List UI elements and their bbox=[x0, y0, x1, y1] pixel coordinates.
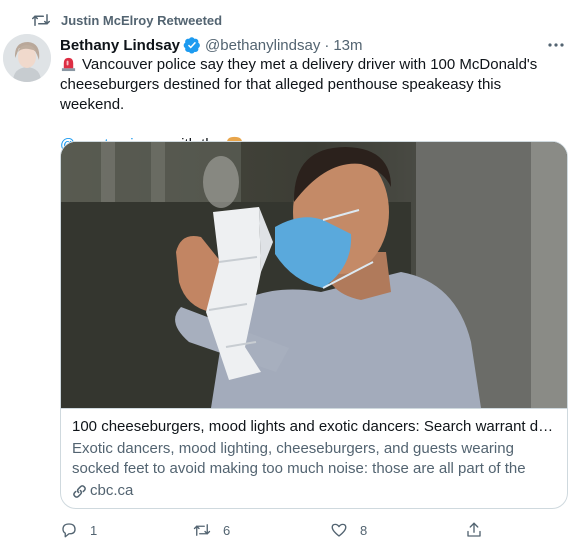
link-icon bbox=[72, 484, 87, 499]
reply-icon bbox=[62, 523, 76, 538]
retweet-context-text: Justin McElroy Retweeted bbox=[61, 12, 223, 28]
tweet-timestamp[interactable]: 13m bbox=[333, 37, 362, 54]
reply-button[interactable]: 1 bbox=[60, 521, 97, 539]
tweet-text: Vancouver police say they met a delivery… bbox=[60, 55, 568, 155]
share-icon bbox=[467, 522, 481, 537]
author-handle[interactable]: @bethanylindsay bbox=[205, 37, 320, 54]
like-button[interactable]: 8 bbox=[330, 521, 367, 539]
tweet-header: Bethany Lindsay @bethanylindsay · 13m bbox=[60, 34, 568, 56]
card-title: 100 cheeseburgers, mood lights and exoti… bbox=[72, 418, 556, 435]
card-image bbox=[61, 142, 567, 408]
retweet-button[interactable]: 6 bbox=[193, 521, 230, 539]
retweet-icon bbox=[193, 524, 211, 536]
heart-icon bbox=[331, 523, 347, 537]
card-domain: cbc.ca bbox=[72, 481, 556, 501]
separator-dot: · bbox=[324, 36, 330, 54]
card-body: 100 cheeseburgers, mood lights and exoti… bbox=[61, 408, 567, 501]
retweet-context[interactable]: Justin McElroy Retweeted bbox=[32, 10, 222, 30]
link-preview-card[interactable]: 100 cheeseburgers, mood lights and exoti… bbox=[60, 141, 568, 509]
police-siren-emoji bbox=[61, 57, 76, 72]
avatar[interactable] bbox=[3, 34, 51, 82]
reply-count: 1 bbox=[90, 522, 98, 538]
tweet-text-main: Vancouver police say they met a delivery… bbox=[60, 56, 538, 113]
author-name[interactable]: Bethany Lindsay bbox=[60, 37, 180, 54]
more-options-icon[interactable] bbox=[546, 34, 566, 56]
card-domain-text: cbc.ca bbox=[90, 482, 134, 499]
card-description: Exotic dancers, mood lighting, cheesebur… bbox=[72, 440, 526, 477]
verified-badge-icon bbox=[183, 36, 201, 54]
like-count: 8 bbox=[360, 522, 368, 538]
retweet-icon bbox=[32, 12, 52, 28]
tweet-actions: 1 6 8 bbox=[60, 518, 500, 542]
share-button[interactable] bbox=[465, 521, 483, 539]
retweet-count: 6 bbox=[223, 522, 231, 538]
